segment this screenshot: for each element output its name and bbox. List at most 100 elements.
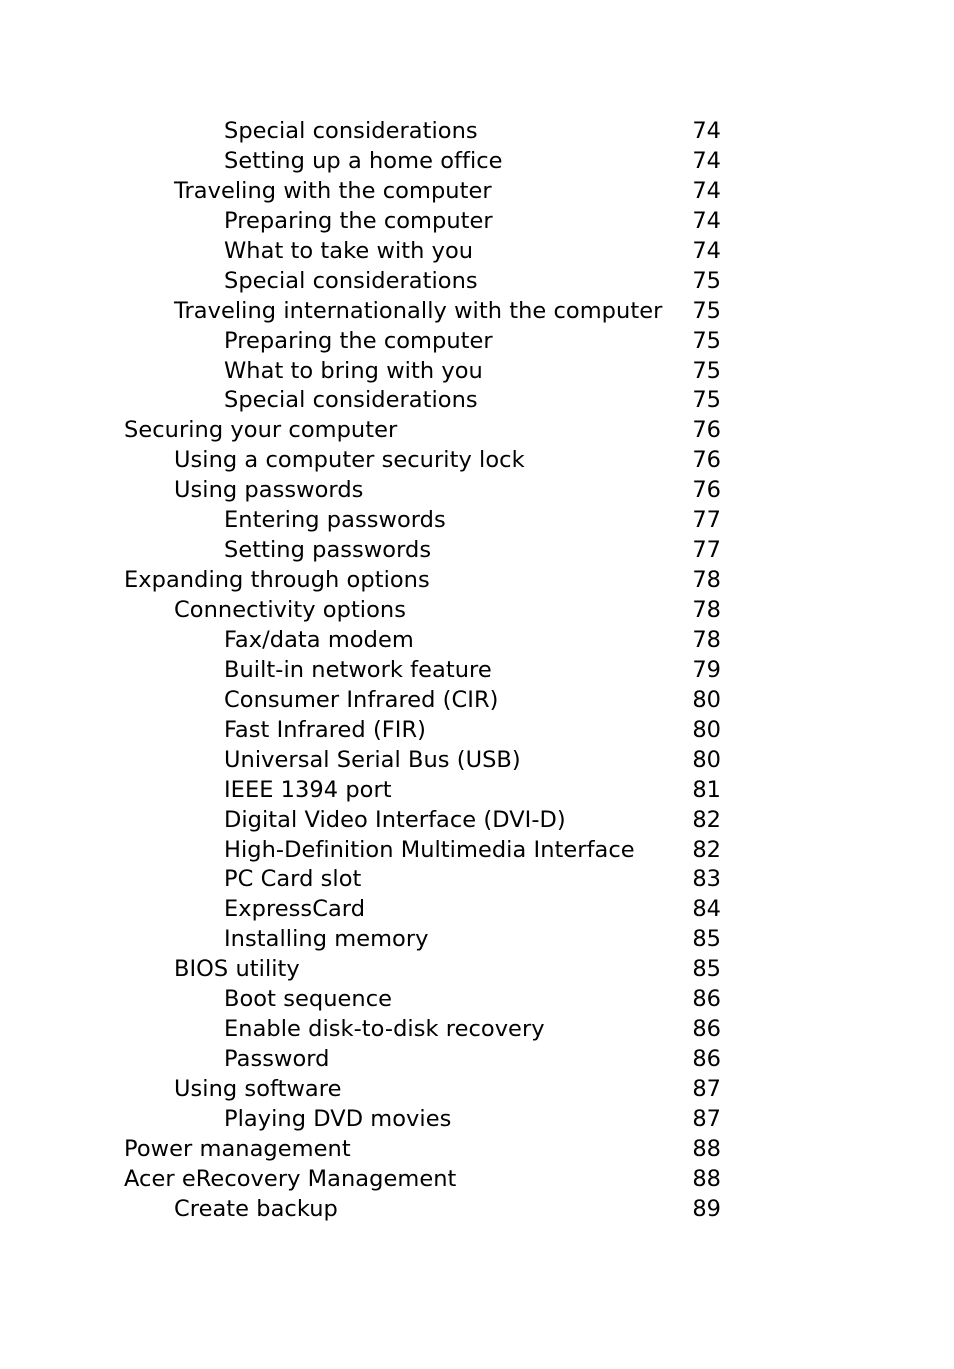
toc-entry[interactable]: Using software 87 — [0, 1075, 954, 1105]
toc-entry-title[interactable]: Preparing the computer — [224, 207, 493, 237]
toc-entry-page-number: 80 — [692, 716, 721, 743]
toc-entry-title[interactable]: Consumer Infrared (CIR) — [224, 686, 498, 716]
table-of-contents: Special considerations 74 Setting up a h… — [0, 117, 954, 1225]
toc-entry-page-number: 86 — [692, 986, 721, 1013]
toc-entry-page-number: 80 — [692, 746, 721, 773]
toc-entry[interactable]: Connectivity options 78 — [0, 596, 954, 626]
toc-entry-title[interactable]: Entering passwords — [224, 506, 446, 536]
toc-entry[interactable]: IEEE 1394 port 81 — [0, 776, 954, 806]
toc-entry[interactable]: Fast Infrared (FIR) 80 — [0, 716, 954, 746]
toc-entry-title[interactable]: Digital Video Interface (DVI-D) — [224, 806, 566, 836]
toc-entry-page-number: 86 — [692, 1016, 721, 1043]
toc-entry[interactable]: What to bring with you 75 — [0, 357, 954, 387]
toc-entry-page-number: 77 — [692, 537, 721, 564]
toc-entry-title[interactable]: Securing your computer — [124, 416, 397, 446]
toc-entry-page-number: 79 — [692, 656, 721, 683]
toc-entry-page-number: 87 — [692, 1076, 721, 1102]
toc-entry[interactable]: Using a computer security lock 76 — [0, 446, 954, 476]
toc-entry-page-number: 76 — [692, 447, 721, 474]
toc-entry[interactable]: PC Card slot 83 — [0, 865, 954, 895]
toc-entry[interactable]: Entering passwords 77 — [0, 506, 954, 536]
toc-entry-title[interactable]: Using passwords — [174, 476, 363, 506]
toc-entry-page-number: 82 — [692, 806, 721, 833]
toc-entry-page-number: 75 — [692, 327, 721, 354]
toc-entry-title[interactable]: Password — [224, 1045, 330, 1075]
toc-entry-title[interactable]: What to bring with you — [224, 357, 483, 387]
toc-entry[interactable]: Built-in network feature 79 — [0, 656, 954, 686]
toc-entry-page-number: 86 — [692, 1046, 721, 1073]
toc-entry-title[interactable]: Fast Infrared (FIR) — [224, 716, 426, 746]
toc-entry-title[interactable]: Setting up a home office — [224, 147, 503, 177]
toc-entry[interactable]: Traveling with the computer 74 — [0, 177, 954, 207]
toc-entry[interactable]: Password 86 — [0, 1045, 954, 1075]
toc-entry-title[interactable]: Setting passwords — [224, 536, 431, 566]
toc-entry[interactable]: Securing your computer 76 — [0, 416, 954, 446]
toc-entry[interactable]: High-Definition Multimedia Interface 82 — [0, 836, 954, 866]
toc-entry-title[interactable]: Special considerations — [224, 117, 478, 147]
toc-entry-title[interactable]: Special considerations — [224, 267, 478, 297]
toc-entry-page-number: 75 — [692, 267, 721, 294]
toc-entry[interactable]: Special considerations 74 — [0, 117, 954, 147]
toc-entry[interactable]: Expanding through options 78 — [0, 566, 954, 596]
toc-entry-page-number: 74 — [692, 177, 721, 204]
toc-entry[interactable]: Special considerations 75 — [0, 267, 954, 297]
toc-entry-title[interactable]: Fax/data modem — [224, 626, 414, 656]
toc-entry[interactable]: Digital Video Interface (DVI-D) 82 — [0, 806, 954, 836]
toc-entry[interactable]: Setting up a home office 74 — [0, 147, 954, 177]
toc-entry-title[interactable]: BIOS utility — [174, 955, 300, 985]
toc-entry[interactable]: Fax/data modem 78 — [0, 626, 954, 656]
toc-entry-title[interactable]: Playing DVD movies — [224, 1105, 451, 1135]
toc-entry-title[interactable]: Preparing the computer — [224, 327, 493, 357]
toc-entry[interactable]: Using passwords 76 — [0, 476, 954, 506]
toc-entry[interactable]: Power management 88 — [0, 1135, 954, 1165]
toc-entry-title[interactable]: Acer eRecovery Management — [124, 1165, 456, 1195]
toc-entry[interactable]: Preparing the computer 74 — [0, 207, 954, 237]
toc-entry-page-number: 75 — [692, 297, 721, 324]
toc-entry-page-number: 82 — [692, 836, 721, 863]
toc-entry[interactable]: Installing memory 85 — [0, 925, 954, 955]
toc-entry-title[interactable]: Universal Serial Bus (USB) — [224, 746, 521, 776]
toc-entry[interactable]: Consumer Infrared (CIR) 80 — [0, 686, 954, 716]
toc-entry-title[interactable]: Installing memory — [224, 925, 429, 955]
toc-entry[interactable]: Traveling internationally with the compu… — [0, 297, 954, 327]
toc-entry-title[interactable]: Traveling internationally with the compu… — [174, 297, 662, 327]
toc-entry-page-number: 75 — [692, 387, 721, 414]
toc-entry-title[interactable]: Special considerations — [224, 386, 478, 416]
toc-entry-title[interactable]: What to take with you — [224, 237, 473, 267]
toc-entry[interactable]: Special considerations 75 — [0, 386, 954, 416]
toc-entry[interactable]: Preparing the computer 75 — [0, 327, 954, 357]
toc-entry-title[interactable]: Enable disk-to-disk recovery — [224, 1015, 545, 1045]
toc-entry[interactable]: What to take with you 74 — [0, 237, 954, 267]
toc-entry[interactable]: Acer eRecovery Management 88 — [0, 1165, 954, 1195]
toc-entry-title[interactable]: Built-in network feature — [224, 656, 492, 686]
toc-entry-title[interactable]: Using software — [174, 1075, 341, 1105]
toc-entry-page-number: 78 — [692, 567, 721, 594]
toc-entry-page-number: 78 — [692, 597, 721, 623]
toc-entry-title[interactable]: IEEE 1394 port — [224, 776, 392, 806]
toc-entry-title[interactable]: ExpressCard — [224, 895, 365, 925]
toc-entry[interactable]: BIOS utility 85 — [0, 955, 954, 985]
toc-entry-page-number: 88 — [692, 1165, 721, 1192]
toc-entry-title[interactable]: Power management — [124, 1135, 351, 1165]
toc-entry-title[interactable]: Expanding through options — [124, 566, 430, 596]
toc-entry-page-number: 74 — [692, 118, 721, 144]
toc-entry[interactable]: Playing DVD movies 87 — [0, 1105, 954, 1135]
toc-entry-page-number: 85 — [692, 956, 721, 983]
toc-entry[interactable]: Create backup 89 — [0, 1195, 954, 1225]
toc-entry-page-number: 78 — [692, 626, 721, 653]
toc-entry[interactable]: Enable disk-to-disk recovery 86 — [0, 1015, 954, 1045]
toc-entry-title[interactable]: Using a computer security lock — [174, 446, 525, 476]
toc-entry-title[interactable]: Boot sequence — [224, 985, 392, 1015]
toc-entry-page-number: 74 — [692, 237, 721, 264]
toc-entry-page-number: 76 — [692, 417, 721, 444]
toc-entry[interactable]: ExpressCard 84 — [0, 895, 954, 925]
toc-entry-title[interactable]: Traveling with the computer — [174, 177, 492, 207]
toc-entry[interactable]: Boot sequence 86 — [0, 985, 954, 1015]
toc-entry-title[interactable]: Create backup — [174, 1195, 338, 1225]
toc-entry-page-number: 81 — [692, 776, 721, 803]
toc-entry[interactable]: Setting passwords 77 — [0, 536, 954, 566]
toc-entry-title[interactable]: High-Definition Multimedia Interface — [224, 836, 635, 866]
toc-entry-title[interactable]: Connectivity options — [174, 596, 406, 626]
toc-entry-title[interactable]: PC Card slot — [224, 865, 361, 895]
toc-entry[interactable]: Universal Serial Bus (USB) 80 — [0, 746, 954, 776]
